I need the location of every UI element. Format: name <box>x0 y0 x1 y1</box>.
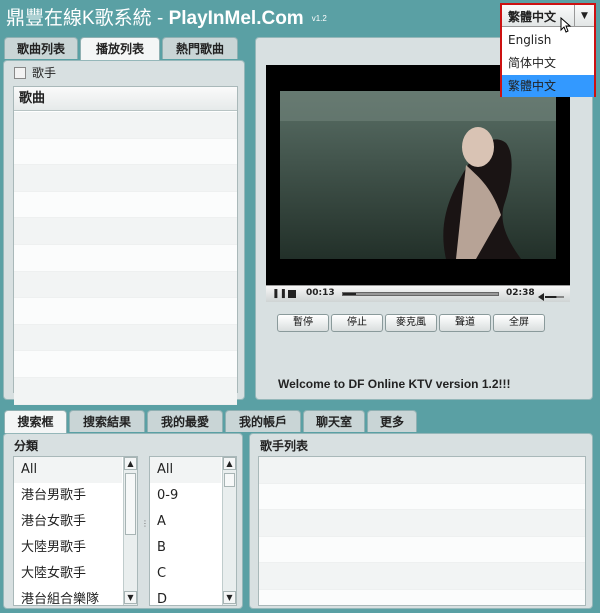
list-item[interactable]: B <box>150 535 221 561</box>
category-items: All 港台男歌手 港台女歌手 大陸男歌手 大陸女歌手 港台組合樂隊 <box>14 457 122 605</box>
playlist-rows <box>14 112 237 405</box>
category-scrollbar[interactable]: ▲ ▼ <box>123 457 137 605</box>
language-selected: 繁體中文 <box>508 10 557 24</box>
tab-song-list[interactable]: 歌曲列表 <box>4 37 78 59</box>
tab-chatroom[interactable]: 聊天室 <box>303 410 365 432</box>
video-frame <box>280 91 556 259</box>
scroll-down-icon[interactable]: ▼ <box>223 591 236 604</box>
table-row[interactable] <box>14 377 237 405</box>
list-item[interactable]: A <box>150 509 221 535</box>
language-option-english[interactable]: English <box>502 29 594 51</box>
pause-icon[interactable]: ❚❚ <box>272 289 287 299</box>
player-controls: ❚❚ 00:13 02:38 <box>266 285 570 302</box>
list-item[interactable]: D <box>150 587 221 605</box>
table-row[interactable] <box>14 271 237 299</box>
table-row[interactable] <box>14 191 237 219</box>
table-row[interactable] <box>14 298 237 325</box>
letter-scrollbar[interactable]: ▲ ▼ <box>222 457 236 605</box>
language-option-traditional[interactable]: 繁體中文 <box>502 75 594 97</box>
singer-listbox[interactable] <box>258 456 586 606</box>
table-row[interactable] <box>14 244 237 272</box>
list-item[interactable]: 大陸女歌手 <box>14 561 122 587</box>
table-row[interactable] <box>14 218 237 245</box>
playlist-tabs: 歌曲列表 播放列表 熱門歌曲 <box>4 37 238 61</box>
list-item[interactable]: All <box>14 457 122 483</box>
scroll-down-icon[interactable]: ▼ <box>124 591 137 604</box>
playlist-listbox[interactable]: 歌曲 <box>13 86 238 405</box>
video-area[interactable] <box>266 65 570 285</box>
progress-fill <box>343 293 356 295</box>
pause-button[interactable]: 暫停 <box>277 314 329 332</box>
scroll-up-icon[interactable]: ▲ <box>223 457 236 470</box>
list-item[interactable]: 港台男歌手 <box>14 483 122 509</box>
playlist-panel: 歌手 歌曲 <box>3 60 245 405</box>
tab-hot-songs[interactable]: 熱門歌曲 <box>162 37 238 59</box>
scroll-up-icon[interactable]: ▲ <box>124 457 137 470</box>
list-item[interactable]: 港台女歌手 <box>14 509 122 535</box>
tab-favorites[interactable]: 我的最愛 <box>147 410 223 432</box>
table-row[interactable] <box>259 589 585 605</box>
chevron-down-icon[interactable]: ▼ <box>574 5 594 27</box>
table-row[interactable] <box>14 351 237 378</box>
table-row[interactable] <box>259 536 585 564</box>
channel-button[interactable]: 聲道 <box>439 314 491 332</box>
song-column-header[interactable]: 歌曲 <box>14 87 237 111</box>
microphone-button[interactable]: 麥克風 <box>385 314 437 332</box>
time-current: 00:13 <box>306 288 335 298</box>
table-row[interactable] <box>259 510 585 537</box>
list-item[interactable]: 0-9 <box>150 483 221 509</box>
language-select[interactable]: 繁體中文 ▼ <box>502 5 594 33</box>
letter-listbox[interactable]: All 0-9 A B C D ▲ ▼ <box>149 456 237 606</box>
tab-my-account[interactable]: 我的帳戶 <box>225 410 301 432</box>
welcome-message: Welcome to DF Online KTV version 1.2!!! <box>278 377 511 391</box>
singer-panel: 歌手列表 <box>249 433 593 609</box>
tab-more[interactable]: 更多 <box>367 410 417 432</box>
app-brand: PlayInMel.Com <box>168 8 304 30</box>
singer-checkbox[interactable] <box>14 67 26 79</box>
resize-handle-icon[interactable]: ⋮ <box>141 519 149 533</box>
tab-playlist[interactable]: 播放列表 <box>80 37 160 60</box>
category-panel: 分類 All 港台男歌手 港台女歌手 大陸男歌手 大陸女歌手 港台組合樂隊 ▲ … <box>3 433 243 609</box>
app-version: v1.2 <box>311 14 327 23</box>
fullscreen-button[interactable]: 全屏 <box>493 314 545 332</box>
app-title-main: 鼎豐在線K歌系統 - <box>6 8 169 30</box>
table-row[interactable] <box>259 483 585 511</box>
letter-items: All 0-9 A B C D <box>150 457 221 605</box>
language-dropdown: 繁體中文 ▼ English 简体中文 繁體中文 <box>500 3 596 97</box>
search-tabs: 搜索框 搜索結果 我的最愛 我的帳戶 聊天室 更多 <box>4 410 424 434</box>
scroll-thumb[interactable] <box>125 473 136 535</box>
table-row[interactable] <box>14 138 237 166</box>
volume-icon[interactable] <box>538 290 564 301</box>
tab-search-box[interactable]: 搜索框 <box>4 410 67 433</box>
singer-checkbox-label: 歌手 <box>32 66 57 80</box>
scroll-thumb[interactable] <box>224 473 235 487</box>
table-row[interactable] <box>14 112 237 139</box>
stop-button[interactable]: 停止 <box>331 314 383 332</box>
list-item[interactable]: 港台組合樂隊 <box>14 587 122 605</box>
category-label: 分類 <box>14 439 39 453</box>
list-item[interactable]: 大陸男歌手 <box>14 535 122 561</box>
language-option-simplified[interactable]: 简体中文 <box>502 52 594 74</box>
app-title: 鼎豐在線K歌系統 - PlayInMel.Com v1.2 <box>6 4 327 34</box>
list-item[interactable]: All <box>150 457 221 483</box>
singer-list-label: 歌手列表 <box>260 439 309 453</box>
time-total: 02:38 <box>506 288 535 298</box>
list-item[interactable]: C <box>150 561 221 587</box>
progress-track[interactable] <box>342 292 499 296</box>
table-row[interactable] <box>259 563 585 590</box>
table-row[interactable] <box>14 324 237 352</box>
stop-icon[interactable] <box>288 290 296 298</box>
table-row[interactable] <box>259 457 585 484</box>
tab-search-results[interactable]: 搜索結果 <box>69 410 145 432</box>
table-row[interactable] <box>14 165 237 192</box>
category-listbox[interactable]: All 港台男歌手 港台女歌手 大陸男歌手 大陸女歌手 港台組合樂隊 ▲ ▼ <box>13 456 138 606</box>
